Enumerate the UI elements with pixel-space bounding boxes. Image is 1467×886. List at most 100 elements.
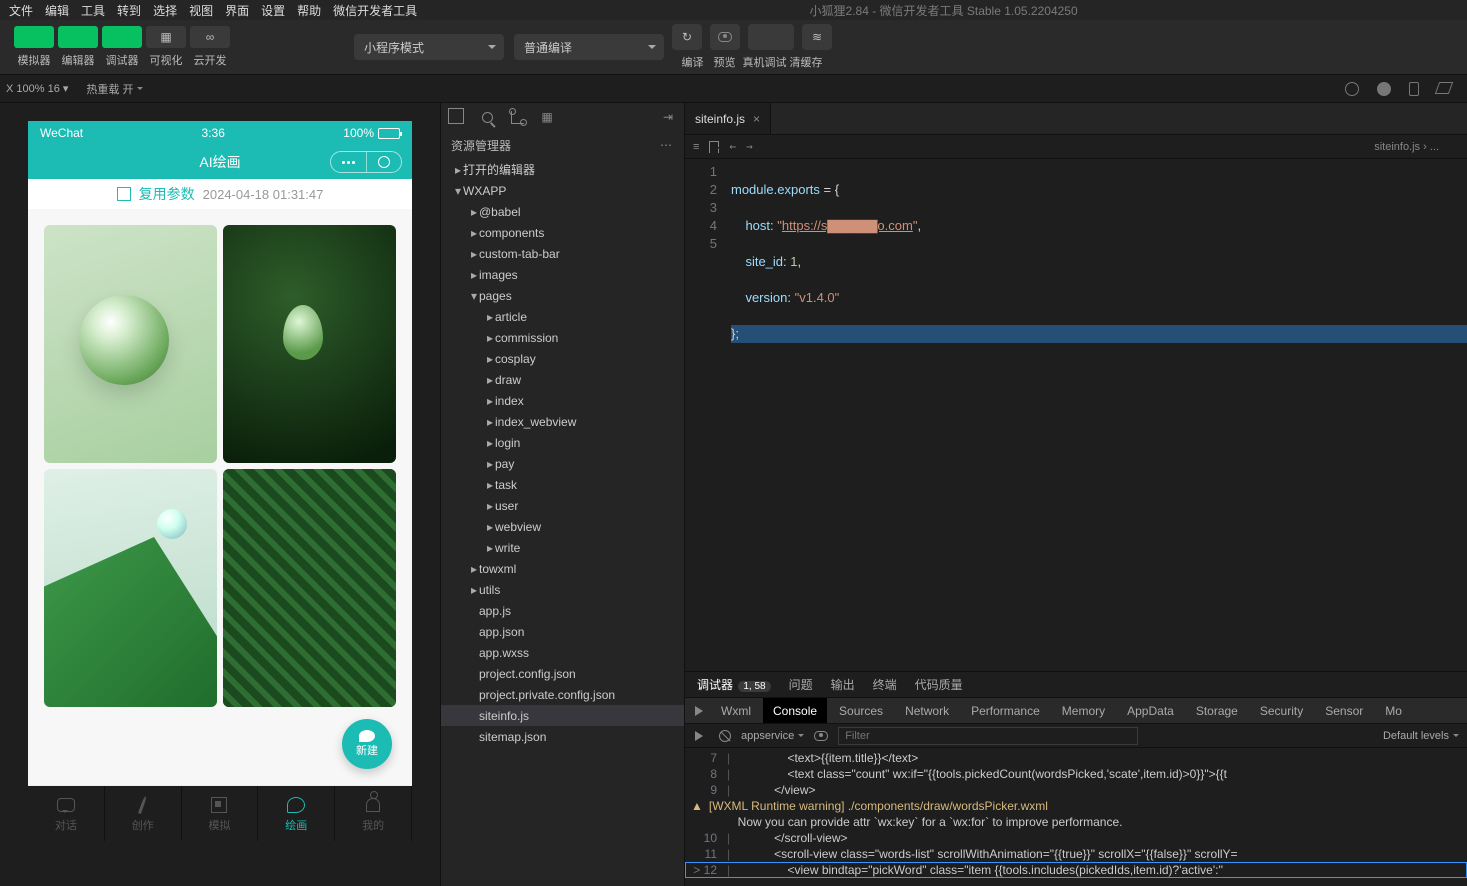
remote-debug-button[interactable] <box>748 24 794 50</box>
devtab-security[interactable]: Security <box>1250 698 1313 723</box>
panel-tab-terminal[interactable]: 终端 <box>873 676 897 693</box>
close-icon[interactable]: × <box>753 112 760 126</box>
tree-item[interactable]: user <box>441 495 684 516</box>
menu-help[interactable]: 帮助 <box>291 2 327 19</box>
stop-icon[interactable] <box>1377 82 1391 96</box>
wx-capsule[interactable] <box>330 151 402 173</box>
devtab-storage[interactable]: Storage <box>1186 698 1248 723</box>
image-tile[interactable] <box>44 469 217 707</box>
code-lines[interactable]: module.exports = { host: "https://s▇▇▇▇▇… <box>727 159 1467 671</box>
devtab-appdata[interactable]: AppData <box>1117 698 1184 723</box>
levels-dropdown[interactable]: Default levels <box>1383 730 1459 742</box>
menu-goto[interactable]: 转到 <box>111 2 147 19</box>
capsule-close-icon[interactable] <box>367 152 402 172</box>
bookmark-icon[interactable] <box>709 141 719 153</box>
panel-tab-problems[interactable]: 问题 <box>789 676 813 693</box>
tab-chat[interactable]: 对话 <box>28 786 105 841</box>
tree-item[interactable]: custom-tab-bar <box>441 243 684 264</box>
tab-mine[interactable]: 我的 <box>335 786 412 841</box>
image-tile[interactable] <box>44 225 217 463</box>
compile-button[interactable]: ↻ <box>672 24 702 50</box>
toggle-sidebar-icon[interactable] <box>693 728 709 744</box>
clear-cache-button[interactable]: ≋ <box>802 24 832 50</box>
tree-item[interactable]: pay <box>441 453 684 474</box>
tree-item[interactable]: app.js <box>441 600 684 621</box>
filter-input[interactable] <box>838 727 1138 745</box>
devtab-more[interactable]: Mo <box>1375 698 1412 723</box>
tree-item[interactable]: index <box>441 390 684 411</box>
tree-item[interactable]: app.json <box>441 621 684 642</box>
visual-toggle[interactable]: ▦ <box>146 26 186 48</box>
tree-item[interactable]: components <box>441 222 684 243</box>
inspect-icon[interactable] <box>693 703 709 719</box>
devtab-sensor[interactable]: Sensor <box>1315 698 1373 723</box>
popout-icon[interactable] <box>1435 82 1453 94</box>
devtab-performance[interactable]: Performance <box>961 698 1050 723</box>
panel-tab-quality[interactable]: 代码质量 <box>915 676 963 693</box>
menu-view[interactable]: 视图 <box>183 2 219 19</box>
menu-tools[interactable]: 工具 <box>75 2 111 19</box>
tree-item[interactable]: cosplay <box>441 348 684 369</box>
panel-tab-output[interactable]: 输出 <box>831 676 855 693</box>
cloud-toggle[interactable]: ∞ <box>190 26 230 48</box>
tab-mock[interactable]: 模拟 <box>182 786 259 841</box>
nav-fwd-icon[interactable]: → <box>746 140 753 153</box>
menu-edit[interactable]: 编辑 <box>39 2 75 19</box>
extensions-icon[interactable]: ▦ <box>539 109 555 125</box>
image-tile[interactable] <box>223 225 396 463</box>
record-icon[interactable] <box>1345 82 1359 96</box>
branch-icon[interactable] <box>509 109 525 125</box>
tree-item[interactable]: login <box>441 432 684 453</box>
tree-item[interactable]: write <box>441 537 684 558</box>
tree-item[interactable]: webview <box>441 516 684 537</box>
tree-item[interactable]: siteinfo.js <box>441 705 684 726</box>
files-icon[interactable] <box>449 109 465 125</box>
tree-item[interactable]: towxml <box>441 558 684 579</box>
tree-item[interactable]: pages <box>441 285 684 306</box>
search-icon[interactable] <box>479 109 495 125</box>
menu-settings[interactable]: 设置 <box>255 2 291 19</box>
zoom-dropdown[interactable]: X 100% 16 ▾ <box>6 82 68 95</box>
menu-wxdev[interactable]: 微信开发者工具 <box>327 2 423 19</box>
tree-item[interactable]: sitemap.json <box>441 726 684 747</box>
console-log[interactable]: 7| <text>{{item.title}}</text> 8| <text … <box>685 748 1467 886</box>
open-editors-section[interactable]: 打开的编辑器 <box>441 159 684 180</box>
collapse-icon[interactable]: ⇥ <box>660 109 676 125</box>
tree-item[interactable]: article <box>441 306 684 327</box>
tree-item[interactable]: project.private.config.json <box>441 684 684 705</box>
tree-item[interactable]: @babel <box>441 201 684 222</box>
device-icon[interactable] <box>1409 82 1419 96</box>
panel-tab-debugger[interactable]: 调试器 1, 58 <box>697 676 771 693</box>
list-icon[interactable]: ≡ <box>693 141 699 153</box>
mode-dropdown[interactable]: 小程序模式 <box>354 34 504 60</box>
devtab-memory[interactable]: Memory <box>1052 698 1115 723</box>
tree-item[interactable]: utils <box>441 579 684 600</box>
devtab-console[interactable]: Console <box>763 698 827 723</box>
devtab-network[interactable]: Network <box>895 698 959 723</box>
tree-item[interactable]: task <box>441 474 684 495</box>
code-editor[interactable]: 12345 module.exports = { host: "https://… <box>685 159 1467 671</box>
capsule-menu-icon[interactable] <box>331 152 367 172</box>
preview-button[interactable] <box>710 24 740 50</box>
breadcrumb[interactable]: siteinfo.js › ... <box>1374 141 1439 153</box>
devtab-sources[interactable]: Sources <box>829 698 893 723</box>
clear-console-icon[interactable] <box>719 730 731 742</box>
root-folder[interactable]: WXAPP <box>441 180 684 201</box>
nav-back-icon[interactable]: ← <box>729 140 736 153</box>
image-tile[interactable] <box>223 469 396 707</box>
tree-item[interactable]: index_webview <box>441 411 684 432</box>
reuse-params-label[interactable]: 复用参数 <box>139 184 195 204</box>
live-icon[interactable] <box>814 731 828 741</box>
menu-file[interactable]: 文件 <box>3 2 39 19</box>
more-icon[interactable]: ⋯ <box>660 138 674 152</box>
debugger-toggle[interactable] <box>102 26 142 48</box>
editor-tab-siteinfo[interactable]: siteinfo.js × <box>685 103 771 134</box>
new-draw-fab[interactable]: 新建 <box>342 719 392 769</box>
tab-draw[interactable]: 绘画 <box>258 786 335 841</box>
tree-item[interactable]: images <box>441 264 684 285</box>
tab-create[interactable]: 创作 <box>105 786 182 841</box>
tree-item[interactable]: project.config.json <box>441 663 684 684</box>
hotreload-dropdown[interactable]: 热重载 开 <box>86 81 143 97</box>
editor-toggle[interactable] <box>58 26 98 48</box>
context-dropdown[interactable]: appservice <box>741 730 804 742</box>
